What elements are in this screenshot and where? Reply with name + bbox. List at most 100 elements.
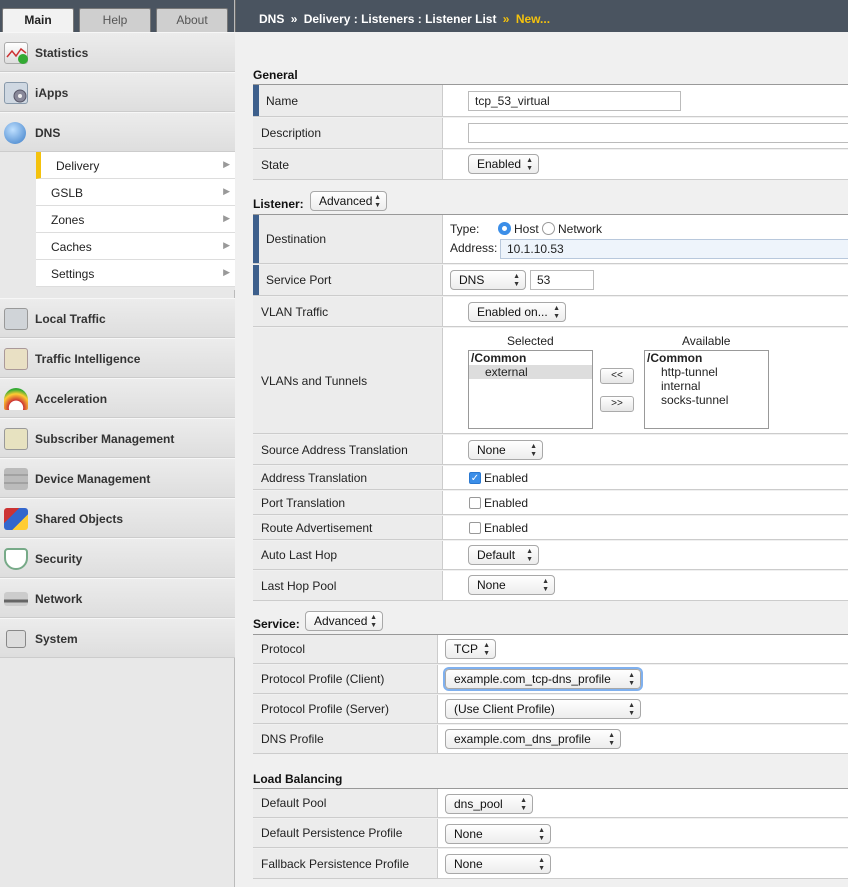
state-select[interactable]: Enabled ▲ ▼ (468, 154, 539, 174)
auto-last-hop-select[interactable]: Default ▲ ▼ (468, 545, 539, 565)
service-port-select[interactable]: DNS ▲ ▼ (450, 270, 526, 290)
service-port-select-value: DNS (459, 273, 485, 287)
row-profile-client: Protocol Profile (Client) example.com_tc… (253, 665, 848, 694)
address-translation-checkbox[interactable]: ✓ (469, 472, 481, 484)
subnav-gslb-label: GSLB (51, 186, 84, 200)
source-translation-label: Source Address Translation (253, 435, 443, 464)
service-mode-select[interactable]: Advanced ▲ ▼ (305, 611, 383, 631)
nav-local-traffic[interactable]: Local Traffic (0, 298, 235, 338)
last-hop-pool-value: None (477, 578, 506, 592)
nav-statistics[interactable]: Statistics (0, 32, 235, 72)
subnav-delivery[interactable]: Delivery ▶ (36, 152, 235, 179)
profile-client-select[interactable]: example.com_tcp-dns_profile ▲ ▼ (445, 669, 641, 689)
vlan-traffic-select-value: Enabled on... (477, 305, 548, 319)
section-service-title: Service: (253, 617, 300, 631)
move-left-button[interactable]: << (600, 368, 634, 384)
select-arrows-icon: ▲ ▼ (628, 702, 635, 717)
type-host-radio[interactable] (498, 222, 511, 235)
nav-dns[interactable]: DNS (0, 112, 235, 152)
route-advertisement-label: Route Advertisement (253, 516, 443, 539)
move-right-button[interactable]: >> (600, 396, 634, 412)
section-load-balancing-title: Load Balancing (253, 772, 343, 786)
row-profile-server: Protocol Profile (Server) (Use Client Pr… (253, 695, 848, 724)
available-vlan-item[interactable]: socks-tunnel (645, 393, 768, 407)
address-input[interactable]: 10.1.10.53 (500, 239, 848, 259)
device-icon (4, 468, 28, 490)
row-protocol: Protocol TCP ▲ ▼ (253, 635, 848, 664)
service-port-input[interactable]: 53 (530, 270, 594, 290)
source-translation-select[interactable]: None ▲ ▼ (468, 440, 543, 460)
default-pool-select[interactable]: dns_pool ▲ ▼ (445, 794, 533, 814)
listener-mode-value: Advanced (319, 194, 373, 208)
default-persistence-select[interactable]: None ▲ ▼ (445, 824, 551, 844)
local-traffic-icon (4, 308, 28, 330)
select-arrows-icon: ▲ ▼ (628, 672, 635, 687)
subnav-gslb[interactable]: GSLB ▶ (36, 179, 235, 206)
tab-about[interactable]: About (156, 8, 228, 32)
chevron-right-icon: ▶ (223, 159, 230, 169)
tab-main[interactable]: Main (2, 8, 74, 32)
protocol-value: TCP (454, 642, 478, 656)
nav-subscriber-management-label: Subscriber Management (35, 432, 175, 446)
nav-network[interactable]: Network (0, 578, 235, 618)
sidebar: Main Help About Statistics iApps DNS Del… (0, 0, 235, 887)
selected-vlans-list[interactable]: /Common external (468, 350, 593, 429)
port-translation-text: Enabled (484, 496, 529, 510)
address-translation-label: Address Translation (253, 466, 443, 489)
name-label: Name (253, 85, 443, 116)
selected-vlan-item[interactable]: external (469, 365, 592, 379)
nav-shared-objects[interactable]: Shared Objects (0, 498, 235, 538)
nav-device-management[interactable]: Device Management (0, 458, 235, 498)
select-arrows-icon: ▲ ▼ (520, 797, 527, 812)
default-persistence-label: Default Persistence Profile (253, 819, 438, 847)
profile-server-select[interactable]: (Use Client Profile) ▲ ▼ (445, 699, 641, 719)
dns-profile-select[interactable]: example.com_dns_profile ▲ ▼ (445, 729, 621, 749)
available-vlan-item[interactable]: internal (645, 379, 768, 393)
select-arrows-icon: ▲ ▼ (553, 305, 560, 320)
fallback-persistence-value: None (454, 857, 483, 871)
nav-system[interactable]: System (0, 618, 235, 658)
nav-security[interactable]: Security (0, 538, 235, 578)
shield-icon (4, 548, 28, 570)
statistics-icon (4, 42, 28, 64)
iapps-icon (4, 82, 28, 104)
name-input[interactable]: tcp_53_virtual (468, 91, 681, 111)
dns-profile-value: example.com_dns_profile (454, 732, 591, 746)
subnav-zones[interactable]: Zones ▶ (36, 206, 235, 233)
nav-security-label: Security (35, 552, 83, 566)
route-advertisement-checkbox[interactable] (469, 522, 481, 534)
destination-label: Destination (253, 215, 443, 263)
port-translation-label: Port Translation (253, 491, 443, 514)
listener-mode-select[interactable]: Advanced ▲ ▼ (310, 191, 387, 211)
protocol-select[interactable]: TCP ▲ ▼ (445, 639, 496, 659)
description-input[interactable] (468, 123, 848, 143)
row-route-advertisement: Route Advertisement Enabled (253, 516, 848, 540)
row-port-translation: Port Translation Enabled (253, 491, 848, 515)
chevron-right-icon: ▶ (223, 186, 230, 196)
auto-last-hop-value: Default (477, 548, 516, 562)
section-general-title: General (253, 68, 298, 82)
nav-iapps[interactable]: iApps (0, 72, 235, 112)
selected-group-label: /Common (471, 351, 527, 365)
profile-client-value: example.com_tcp-dns_profile (454, 672, 611, 686)
breadcrumb-dns[interactable]: DNS (259, 12, 284, 26)
nav-traffic-intelligence[interactable]: Traffic Intelligence (0, 338, 235, 378)
subnav-settings[interactable]: Settings ▶ (36, 260, 235, 287)
select-arrows-icon: ▲ ▼ (513, 273, 520, 288)
type-network-radio[interactable] (542, 222, 555, 235)
available-vlans-list[interactable]: /Common http-tunnel internal socks-tunne… (644, 350, 769, 429)
fallback-persistence-select[interactable]: None ▲ ▼ (445, 854, 551, 874)
nav-acceleration[interactable]: Acceleration (0, 378, 235, 418)
dns-profile-label: DNS Profile (253, 725, 438, 753)
nav-subscriber-management[interactable]: Subscriber Management (0, 418, 235, 458)
service-mode-value: Advanced (314, 614, 368, 628)
tab-help[interactable]: Help (79, 8, 151, 32)
breadcrumb-listener-list[interactable]: Delivery : Listeners : Listener List (304, 12, 497, 26)
select-arrows-icon: ▲ ▼ (526, 157, 533, 172)
vlan-traffic-select[interactable]: Enabled on... ▲ ▼ (468, 302, 566, 322)
subnav-caches[interactable]: Caches ▶ (36, 233, 235, 260)
row-vlans-tunnels: VLANs and Tunnels Selected Available /Co… (253, 328, 848, 434)
available-vlan-item[interactable]: http-tunnel (645, 365, 768, 379)
port-translation-checkbox[interactable] (469, 497, 481, 509)
last-hop-pool-select[interactable]: None ▲ ▼ (468, 575, 555, 595)
